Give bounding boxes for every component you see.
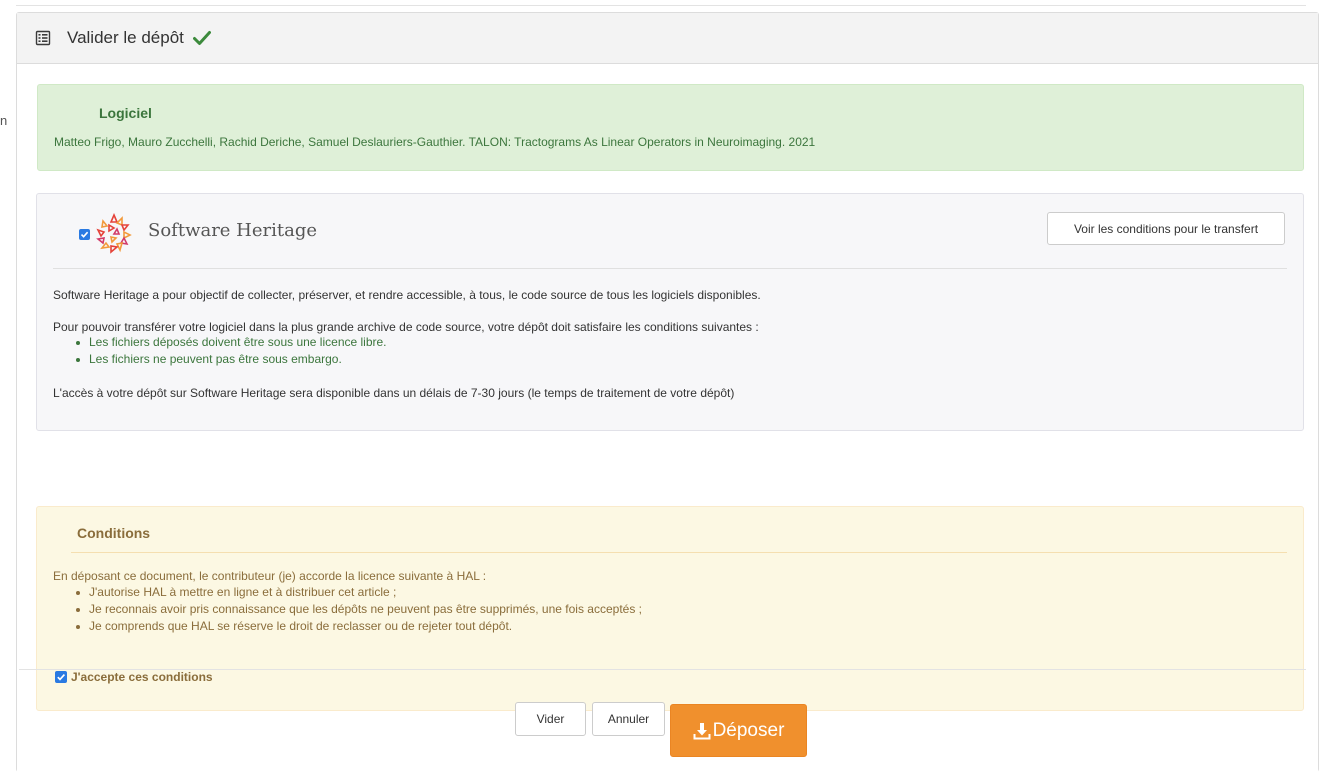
software-heritage-logo-icon <box>91 212 137 258</box>
panel-body: Logiciel Matteo Frigo, Mauro Zucchelli, … <box>17 64 1318 772</box>
accept-conditions-label[interactable]: J'accepte ces conditions <box>71 670 213 684</box>
check-icon <box>192 30 211 46</box>
view-transfer-conditions-button[interactable]: Voir les conditions pour le transfert <box>1047 212 1285 245</box>
deposit-panel: Valider le dépôt Logiciel Matteo Frigo, … <box>16 12 1319 772</box>
software-summary-alert: Logiciel Matteo Frigo, Mauro Zucchelli, … <box>37 84 1304 171</box>
software-heritage-access-note: L'accès à votre dépôt sur Software Herit… <box>53 386 735 400</box>
software-heritage-header: Software Heritage Voir les conditions po… <box>37 194 1303 270</box>
software-alert-title: Logiciel <box>99 105 152 121</box>
software-heritage-requirements: Les fichiers déposés doivent être sous u… <box>71 334 387 368</box>
list-item: J'autorise HAL à mettre en ligne et à di… <box>71 584 642 601</box>
accept-conditions-checkbox[interactable] <box>55 671 67 683</box>
clear-button[interactable]: Vider <box>515 702 586 736</box>
conditions-alert: Conditions En déposant ce document, le c… <box>36 506 1304 711</box>
list-item: Je reconnais avoir pris connaissance que… <box>71 601 642 618</box>
software-heritage-checkbox[interactable] <box>79 229 90 240</box>
software-heritage-requirements-intro: Pour pouvoir transférer votre logiciel d… <box>53 320 759 334</box>
list-item: Les fichiers déposés doivent être sous u… <box>71 334 387 351</box>
conditions-list: J'autorise HAL à mettre en ligne et à di… <box>71 584 642 635</box>
software-citation: Matteo Frigo, Mauro Zucchelli, Rachid De… <box>54 135 816 149</box>
top-rule <box>16 5 1306 6</box>
cancel-button[interactable]: Annuler <box>592 702 665 736</box>
divider <box>19 669 1306 670</box>
list-item: Les fichiers ne peuvent pas être sous em… <box>71 351 387 368</box>
software-heritage-name: Software Heritage <box>148 220 318 241</box>
accept-conditions-row[interactable]: J'accepte ces conditions <box>55 670 213 684</box>
submit-deposit-button[interactable]: Déposer <box>670 704 807 757</box>
conditions-title: Conditions <box>77 525 151 541</box>
panel-header: Valider le dépôt <box>17 13 1318 64</box>
divider <box>53 268 1287 269</box>
divider <box>71 552 1287 553</box>
download-icon <box>693 722 711 740</box>
list-alt-icon <box>35 30 51 46</box>
page-title: Valider le dépôt <box>67 28 184 47</box>
conditions-intro: En déposant ce document, le contributeur… <box>53 569 487 583</box>
list-item: Je comprends que HAL se réserve le droit… <box>71 618 642 635</box>
clipped-text-fragment: n <box>0 114 8 128</box>
software-heritage-intro: Software Heritage a pour objectif de col… <box>53 288 761 302</box>
submit-deposit-label: Déposer <box>712 719 785 741</box>
software-heritage-box: Software Heritage Voir les conditions po… <box>36 193 1304 431</box>
